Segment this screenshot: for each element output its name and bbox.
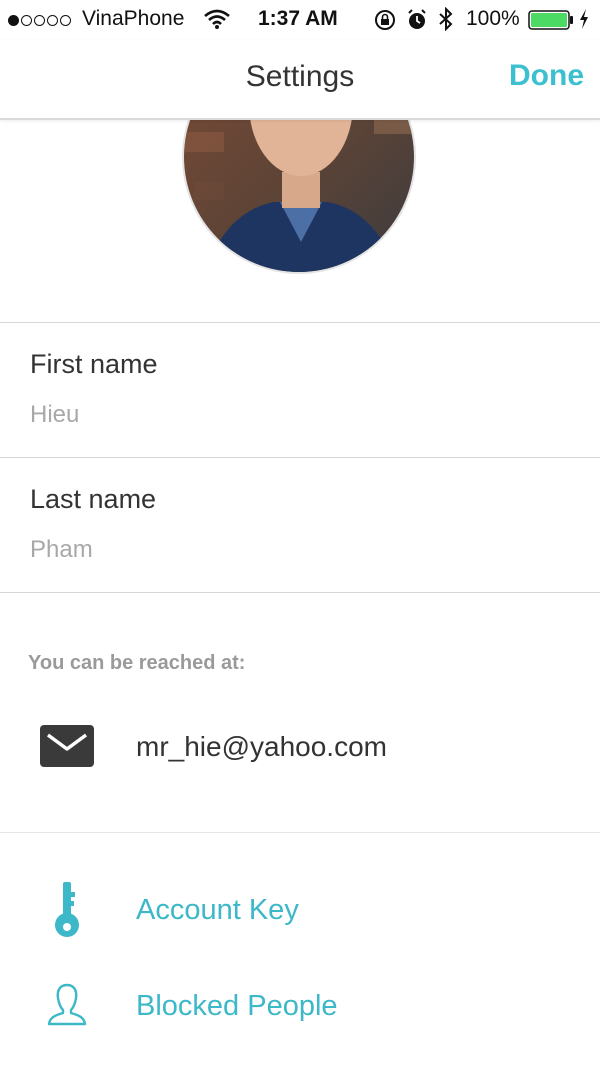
navigation-bar: Settings Done	[0, 40, 600, 120]
battery-icon	[528, 10, 574, 36]
charging-icon	[578, 8, 590, 36]
person-outline-icon	[46, 982, 88, 1031]
divider	[0, 457, 600, 458]
first-name-field[interactable]: Hieu	[30, 401, 79, 429]
clock: 1:37 AM	[258, 7, 338, 30]
rotation-lock-icon	[374, 9, 396, 37]
blocked-people-row[interactable]: Blocked People	[0, 966, 600, 1046]
status-bar: VinaPhone 1:37 AM 100%	[0, 0, 600, 40]
done-button[interactable]: Done	[509, 59, 584, 93]
last-name-field[interactable]: Pham	[30, 536, 93, 564]
blocked-people-label: Blocked People	[136, 990, 338, 1022]
wifi-icon	[204, 9, 230, 35]
battery-percent: 100%	[466, 7, 520, 30]
key-icon	[54, 882, 80, 943]
divider	[0, 832, 600, 833]
first-name-label: First name	[30, 349, 158, 379]
account-key-row[interactable]: Account Key	[0, 870, 600, 950]
bluetooth-icon	[438, 6, 454, 37]
account-key-label: Account Key	[136, 894, 299, 926]
divider	[0, 592, 600, 593]
alarm-icon	[407, 9, 427, 37]
signal-strength-icon	[8, 8, 73, 32]
divider	[0, 322, 600, 323]
last-name-label: Last name	[30, 484, 157, 514]
envelope-icon	[40, 725, 94, 772]
email-address: mr_hie@yahoo.com	[136, 731, 387, 762]
carrier-name: VinaPhone	[82, 7, 185, 30]
contact-section-header: You can be reached at:	[28, 652, 246, 674]
